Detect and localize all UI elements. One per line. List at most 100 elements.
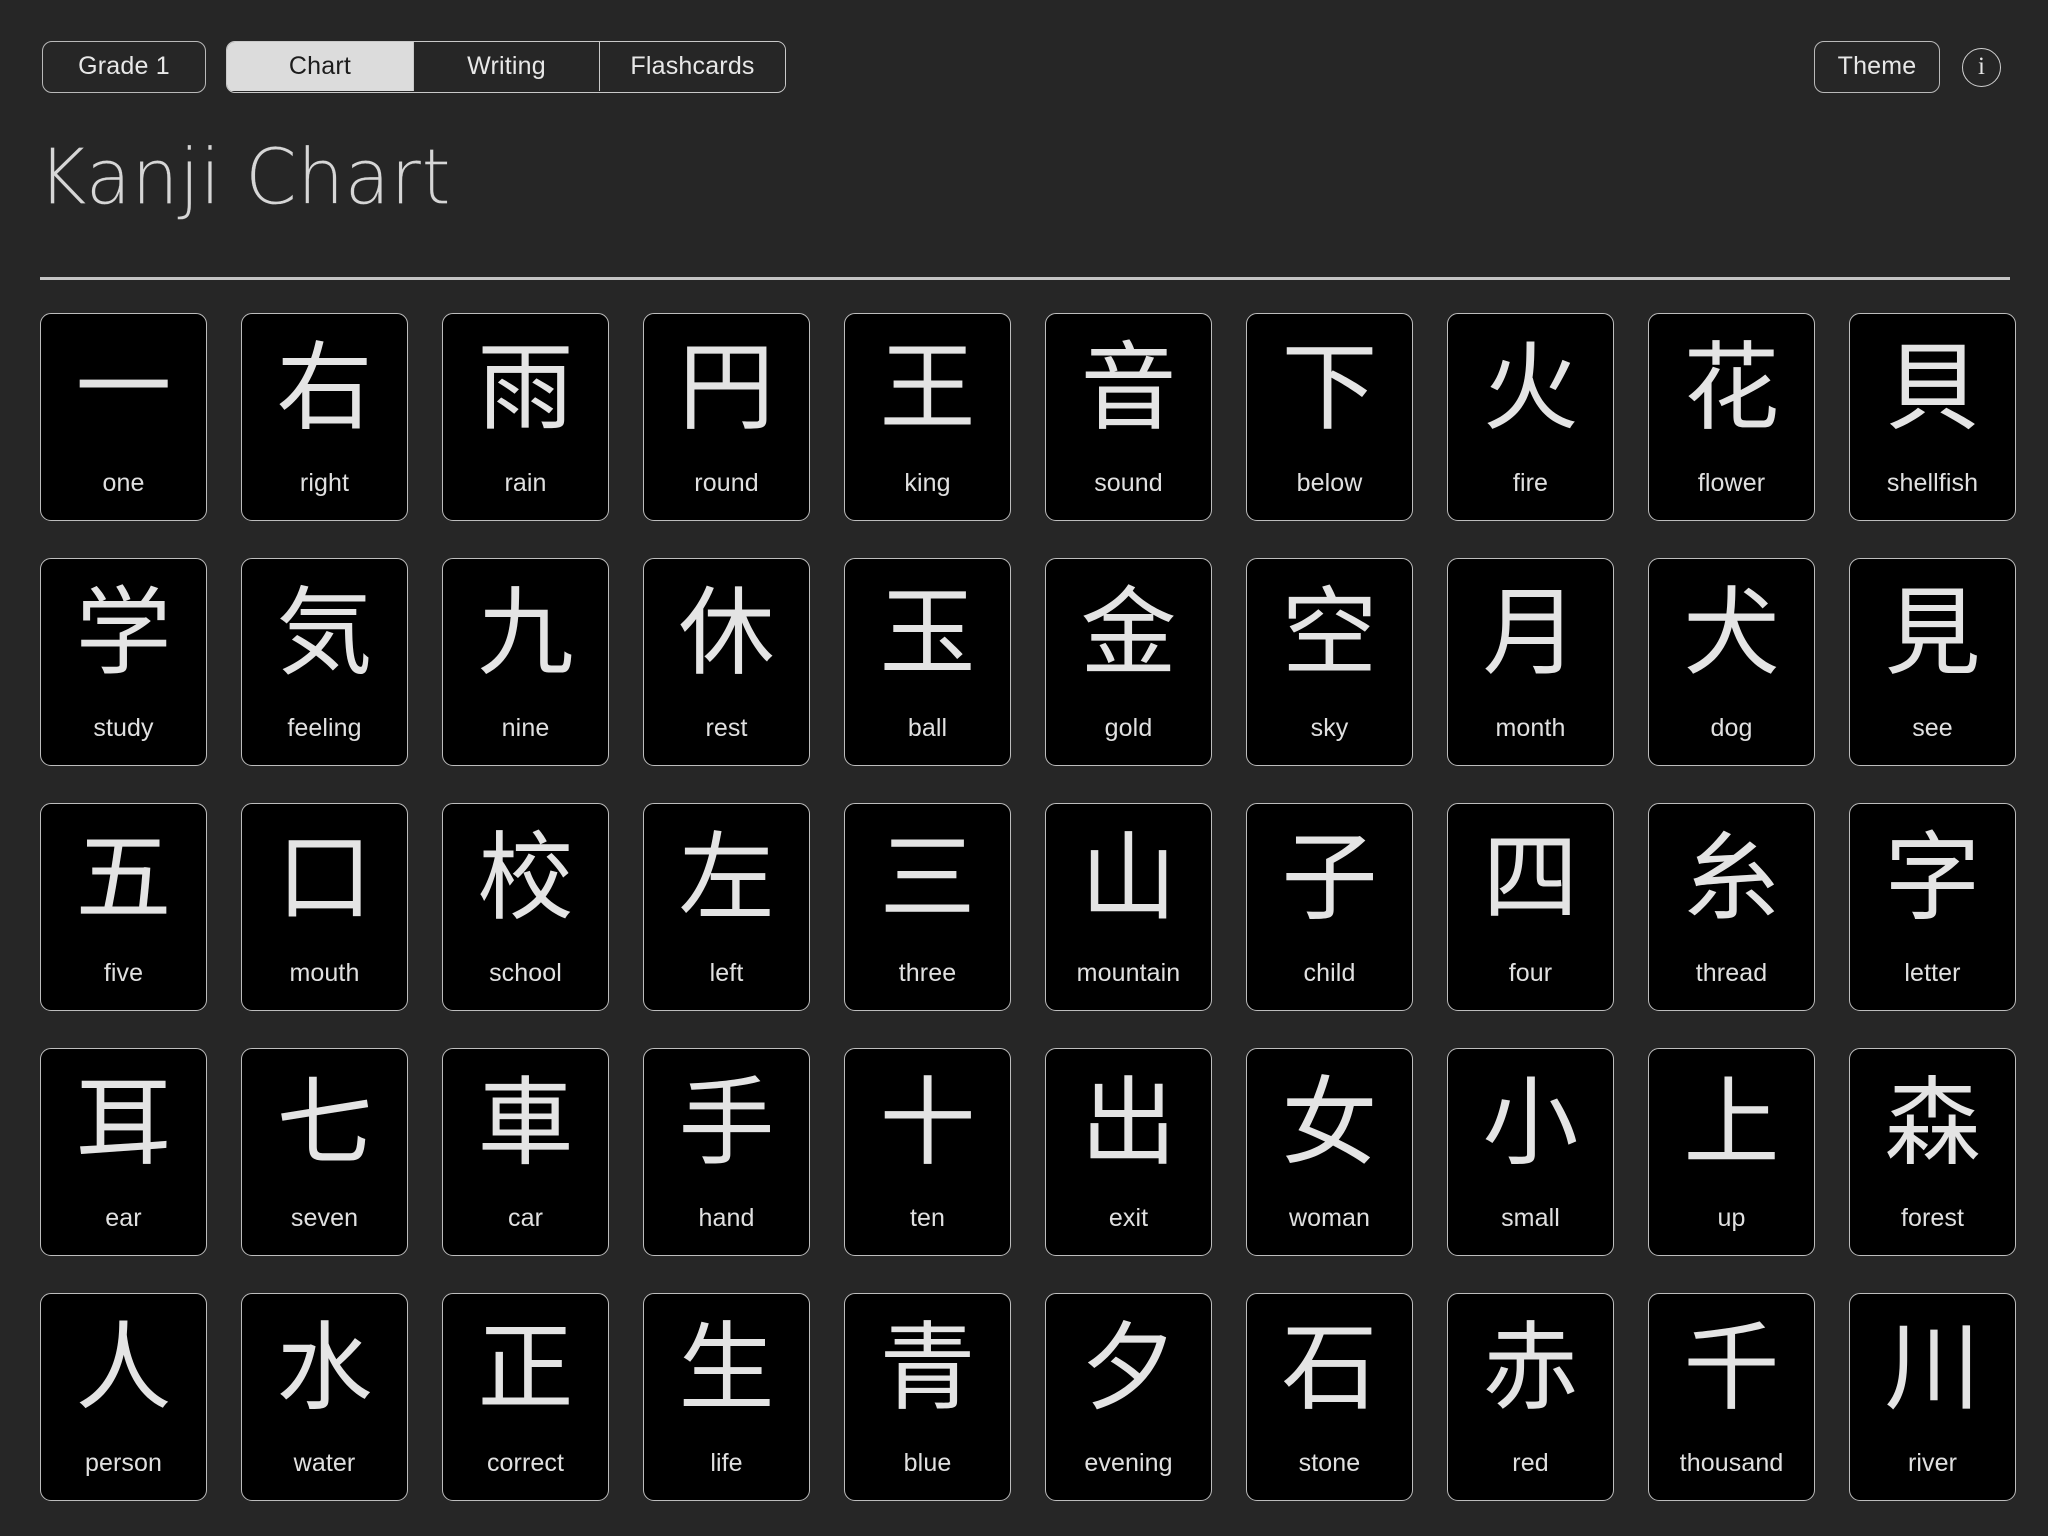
- kanji-glyph: 子: [1281, 822, 1378, 934]
- kanji-card[interactable]: 犬 dog: [1648, 558, 1815, 766]
- kanji-glyph: 小: [1482, 1067, 1579, 1179]
- kanji-meaning-label: mouth: [289, 959, 360, 987]
- kanji-card[interactable]: 車 car: [442, 1048, 609, 1256]
- kanji-glyph: 火: [1482, 332, 1579, 444]
- kanji-meaning-label: letter: [1904, 959, 1961, 987]
- tab-chart[interactable]: Chart: [227, 42, 413, 91]
- kanji-card[interactable]: 青 blue: [844, 1293, 1011, 1501]
- kanji-card[interactable]: 三 three: [844, 803, 1011, 1011]
- kanji-card[interactable]: 生 life: [643, 1293, 810, 1501]
- kanji-card[interactable]: 上 up: [1648, 1048, 1815, 1256]
- kanji-card[interactable]: 花 flower: [1648, 313, 1815, 521]
- kanji-card[interactable]: 口 mouth: [241, 803, 408, 1011]
- kanji-card[interactable]: 下 below: [1246, 313, 1413, 521]
- kanji-card[interactable]: 十 ten: [844, 1048, 1011, 1256]
- kanji-glyph: 森: [1884, 1067, 1981, 1179]
- kanji-card[interactable]: 音 sound: [1045, 313, 1212, 521]
- kanji-card[interactable]: 雨 rain: [442, 313, 609, 521]
- kanji-card[interactable]: 貝 shellfish: [1849, 313, 2016, 521]
- kanji-glyph: 夕: [1080, 1312, 1177, 1424]
- kanji-card[interactable]: 夕 evening: [1045, 1293, 1212, 1501]
- kanji-meaning-label: red: [1512, 1449, 1549, 1477]
- kanji-card[interactable]: 石 stone: [1246, 1293, 1413, 1501]
- kanji-meaning-label: left: [709, 959, 744, 987]
- kanji-glyph: 休: [678, 577, 775, 689]
- kanji-meaning-label: woman: [1288, 1204, 1371, 1232]
- kanji-card[interactable]: 月 month: [1447, 558, 1614, 766]
- kanji-card[interactable]: 出 exit: [1045, 1048, 1212, 1256]
- kanji-meaning-label: river: [1907, 1449, 1958, 1477]
- kanji-glyph: 七: [276, 1067, 373, 1179]
- kanji-meaning-label: month: [1495, 714, 1566, 742]
- kanji-card[interactable]: 七 seven: [241, 1048, 408, 1256]
- kanji-glyph: 王: [879, 332, 976, 444]
- kanji-card[interactable]: 手 hand: [643, 1048, 810, 1256]
- kanji-card[interactable]: 九 nine: [442, 558, 609, 766]
- kanji-meaning-label: rain: [504, 469, 547, 497]
- kanji-glyph: 字: [1884, 822, 1981, 934]
- kanji-glyph: 糸: [1683, 822, 1780, 934]
- kanji-card[interactable]: 円 round: [643, 313, 810, 521]
- kanji-card[interactable]: 休 rest: [643, 558, 810, 766]
- grade-selector-button[interactable]: Grade 1: [42, 41, 206, 93]
- kanji-card[interactable]: 学 study: [40, 558, 207, 766]
- kanji-card[interactable]: 四 four: [1447, 803, 1614, 1011]
- kanji-meaning-label: up: [1717, 1204, 1746, 1232]
- kanji-glyph: 人: [75, 1312, 172, 1424]
- kanji-card[interactable]: 火 fire: [1447, 313, 1614, 521]
- kanji-card[interactable]: 見 see: [1849, 558, 2016, 766]
- kanji-card[interactable]: 王 king: [844, 313, 1011, 521]
- kanji-card[interactable]: 人 person: [40, 1293, 207, 1501]
- kanji-glyph: 月: [1482, 577, 1579, 689]
- kanji-meaning-label: shellfish: [1886, 469, 1979, 497]
- kanji-glyph: 見: [1884, 577, 1981, 689]
- kanji-meaning-label: study: [93, 714, 154, 742]
- kanji-meaning-label: right: [299, 469, 350, 497]
- kanji-card[interactable]: 空 sky: [1246, 558, 1413, 766]
- kanji-card[interactable]: 糸 thread: [1648, 803, 1815, 1011]
- kanji-card[interactable]: 千 thousand: [1648, 1293, 1815, 1501]
- tab-writing[interactable]: Writing: [413, 42, 599, 91]
- kanji-meaning-label: blue: [903, 1449, 952, 1477]
- kanji-meaning-label: nine: [501, 714, 550, 742]
- kanji-meaning-label: flower: [1697, 469, 1766, 497]
- kanji-card[interactable]: 森 forest: [1849, 1048, 2016, 1256]
- kanji-card[interactable]: 川 river: [1849, 1293, 2016, 1501]
- tab-flashcards[interactable]: Flashcards: [599, 42, 785, 91]
- kanji-card[interactable]: 水 water: [241, 1293, 408, 1501]
- kanji-card[interactable]: 子 child: [1246, 803, 1413, 1011]
- kanji-glyph: 学: [75, 577, 172, 689]
- kanji-card[interactable]: 耳 ear: [40, 1048, 207, 1256]
- theme-button[interactable]: Theme: [1814, 41, 1940, 93]
- kanji-card[interactable]: 山 mountain: [1045, 803, 1212, 1011]
- view-mode-segmented-control[interactable]: Chart Writing Flashcards: [226, 41, 786, 93]
- kanji-card[interactable]: 校 school: [442, 803, 609, 1011]
- kanji-card[interactable]: 玉 ball: [844, 558, 1011, 766]
- kanji-card[interactable]: 気 feeling: [241, 558, 408, 766]
- kanji-meaning-label: car: [507, 1204, 544, 1232]
- kanji-glyph: 犬: [1683, 577, 1780, 689]
- kanji-meaning-label: water: [293, 1449, 356, 1477]
- kanji-card[interactable]: 左 left: [643, 803, 810, 1011]
- kanji-card[interactable]: 小 small: [1447, 1048, 1614, 1256]
- kanji-card[interactable]: 女 woman: [1246, 1048, 1413, 1256]
- kanji-meaning-label: fire: [1512, 469, 1549, 497]
- kanji-card[interactable]: 五 five: [40, 803, 207, 1011]
- kanji-card[interactable]: 赤 red: [1447, 1293, 1614, 1501]
- kanji-card[interactable]: 正 correct: [442, 1293, 609, 1501]
- kanji-grid: 一 one 右 right 雨 rain 円 round 王 king 音 sound 下 below 火 f…: [40, 313, 2016, 1501]
- kanji-meaning-label: child: [1303, 959, 1356, 987]
- kanji-card[interactable]: 右 right: [241, 313, 408, 521]
- kanji-meaning-label: stone: [1298, 1449, 1361, 1477]
- kanji-card[interactable]: 字 letter: [1849, 803, 2016, 1011]
- kanji-meaning-label: sky: [1310, 714, 1349, 742]
- kanji-glyph: 円: [678, 332, 775, 444]
- kanji-glyph: 正: [477, 1312, 574, 1424]
- kanji-card[interactable]: 一 one: [40, 313, 207, 521]
- kanji-glyph: 貝: [1884, 332, 1981, 444]
- kanji-meaning-label: exit: [1108, 1204, 1149, 1232]
- info-circle-icon[interactable]: i: [1962, 48, 2001, 87]
- app-header: Grade 1 Chart Writing Flashcards Theme i: [0, 0, 2048, 104]
- kanji-glyph: 青: [879, 1312, 976, 1424]
- kanji-card[interactable]: 金 gold: [1045, 558, 1212, 766]
